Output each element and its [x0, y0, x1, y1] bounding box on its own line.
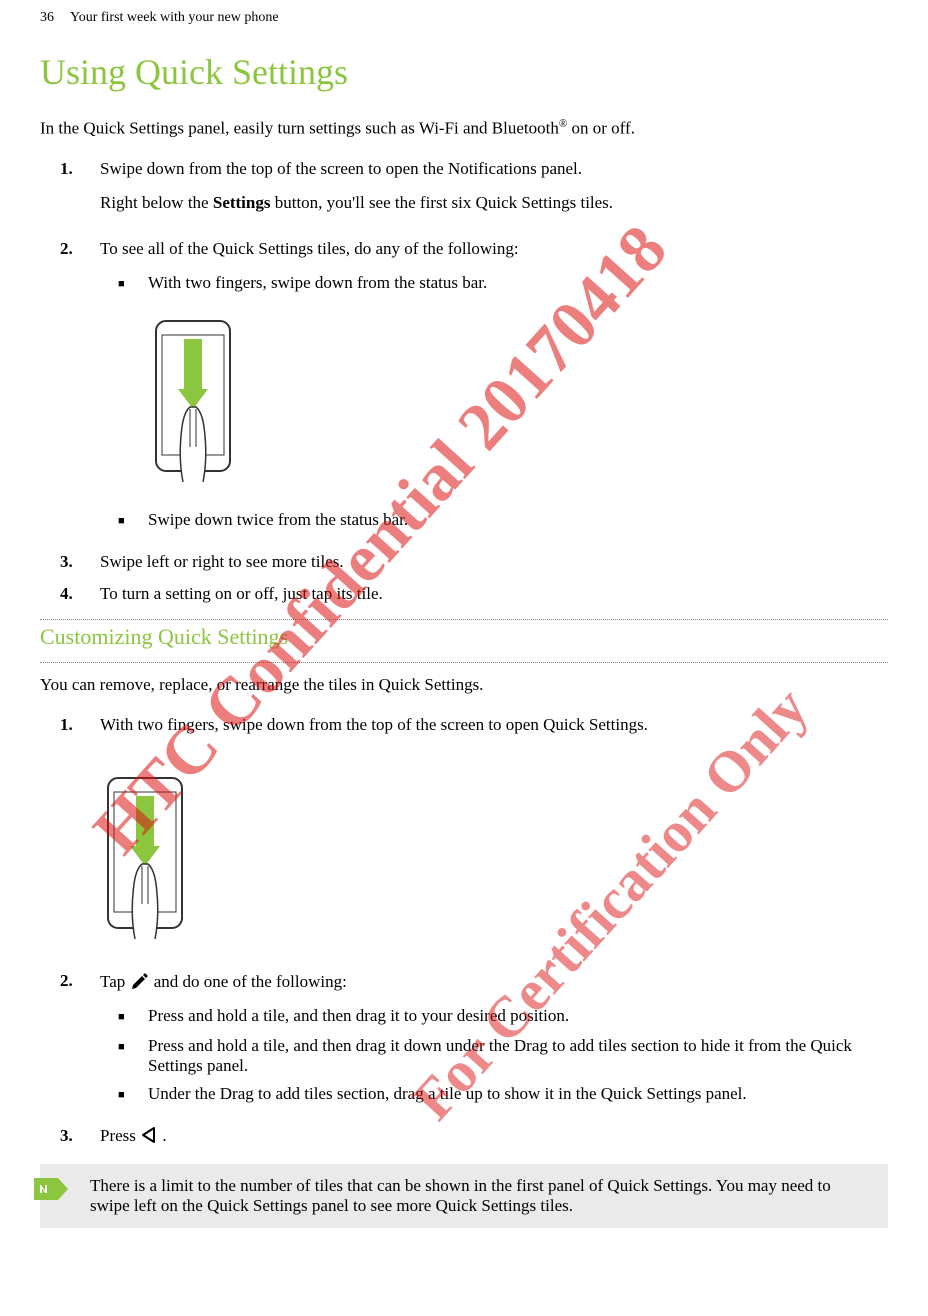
edit-pencil-icon: [130, 971, 150, 991]
text-fragment: Press: [100, 1126, 140, 1145]
step-3: 3. Press .: [40, 1126, 888, 1146]
bullet-icon: [118, 1036, 132, 1076]
intro-text-post: on or off.: [567, 119, 635, 138]
bullet-item: Swipe down twice from the status bar.: [100, 510, 888, 532]
swipe-down-gesture-icon: [100, 774, 190, 944]
text-fragment: .: [162, 1126, 166, 1145]
bullet-icon: [118, 1006, 132, 1028]
steps-list-2-cont: 2. Tap and do one of the following: Pres…: [40, 971, 888, 1146]
intro-text-pre: In the Quick Settings panel, easily turn…: [40, 119, 559, 138]
step-1: 1. Swipe down from the top of the screen…: [40, 159, 888, 227]
note-text: There is a limit to the number of tiles …: [90, 1176, 831, 1215]
text-fragment: button, you'll see the first six Quick S…: [270, 193, 613, 212]
bullet-item: Under the Drag to add tiles section, dra…: [100, 1084, 888, 1106]
step-text-extra: Right below the Settings button, you'll …: [100, 193, 888, 213]
page-title: Using Quick Settings: [40, 51, 888, 93]
bullet-item: Press and hold a tile, and then drag it …: [100, 1036, 888, 1076]
bullet-text: Under the Drag to add tiles section, dra…: [148, 1084, 888, 1106]
section-divider: [40, 619, 888, 620]
bullet-text: Press and hold a tile, and then drag it …: [148, 1006, 888, 1028]
bullet-icon: [118, 1084, 132, 1106]
page-number: 36: [40, 10, 54, 26]
settings-bold: Settings: [213, 193, 271, 212]
step-number: 4.: [60, 584, 86, 604]
step-2: 2. Tap and do one of the following: Pres…: [40, 971, 888, 1114]
section-name: Your first week with your new phone: [70, 10, 279, 26]
step-number: 2.: [60, 239, 86, 540]
bullet-text: With two fingers, swipe down from the st…: [148, 273, 888, 293]
step-text: Press .: [100, 1126, 888, 1146]
step-text: Swipe left or right to see more tiles.: [100, 552, 888, 572]
text-fragment: Tap: [100, 972, 130, 991]
page-header: 36 Your first week with your new phone: [40, 10, 888, 36]
bullet-icon: [118, 510, 132, 532]
back-triangle-icon: [140, 1126, 158, 1144]
note-tag-icon: [34, 1178, 68, 1200]
step-4: 4. To turn a setting on or off, just tap…: [40, 584, 888, 604]
section-divider: [40, 662, 888, 663]
bullet-text: Swipe down twice from the status bar.: [148, 510, 888, 532]
step-text: Tap and do one of the following:: [100, 971, 888, 992]
step-number: 3.: [60, 1126, 86, 1146]
swipe-down-gesture-icon: [148, 317, 238, 487]
bullet-item: With two fingers, swipe down from the st…: [100, 273, 888, 502]
step-text: To see all of the Quick Settings tiles, …: [100, 239, 888, 259]
step-text: To turn a setting on or off, just tap it…: [100, 584, 888, 604]
step-number: 1.: [60, 715, 86, 749]
step-3: 3. Swipe left or right to see more tiles…: [40, 552, 888, 572]
steps-list-1: 1. Swipe down from the top of the screen…: [40, 159, 888, 604]
step-number: 3.: [60, 552, 86, 572]
subsection-title: Customizing Quick Settings: [40, 624, 888, 650]
bullet-item: Press and hold a tile, and then drag it …: [100, 1006, 888, 1028]
step-number: 2.: [60, 971, 86, 1114]
intro-paragraph: In the Quick Settings panel, easily turn…: [40, 118, 888, 139]
step-2: 2. To see all of the Quick Settings tile…: [40, 239, 888, 540]
step-text: With two fingers, swipe down from the to…: [100, 715, 888, 735]
bullet-text: Press and hold a tile, and then drag it …: [148, 1036, 888, 1076]
step-number: 1.: [60, 159, 86, 227]
text-fragment: and do one of the following:: [154, 972, 347, 991]
step-text: Swipe down from the top of the screen to…: [100, 159, 888, 179]
registered-mark: ®: [559, 118, 567, 130]
sub-bullets: Press and hold a tile, and then drag it …: [100, 1006, 888, 1106]
intro-paragraph-2: You can remove, replace, or rearrange th…: [40, 675, 888, 695]
steps-list-2: 1. With two fingers, swipe down from the…: [40, 715, 888, 749]
note-callout: There is a limit to the number of tiles …: [40, 1164, 888, 1228]
sub-bullets: With two fingers, swipe down from the st…: [100, 273, 888, 532]
step-1: 1. With two fingers, swipe down from the…: [40, 715, 888, 749]
bullet-icon: [118, 273, 132, 502]
text-fragment: Right below the: [100, 193, 213, 212]
